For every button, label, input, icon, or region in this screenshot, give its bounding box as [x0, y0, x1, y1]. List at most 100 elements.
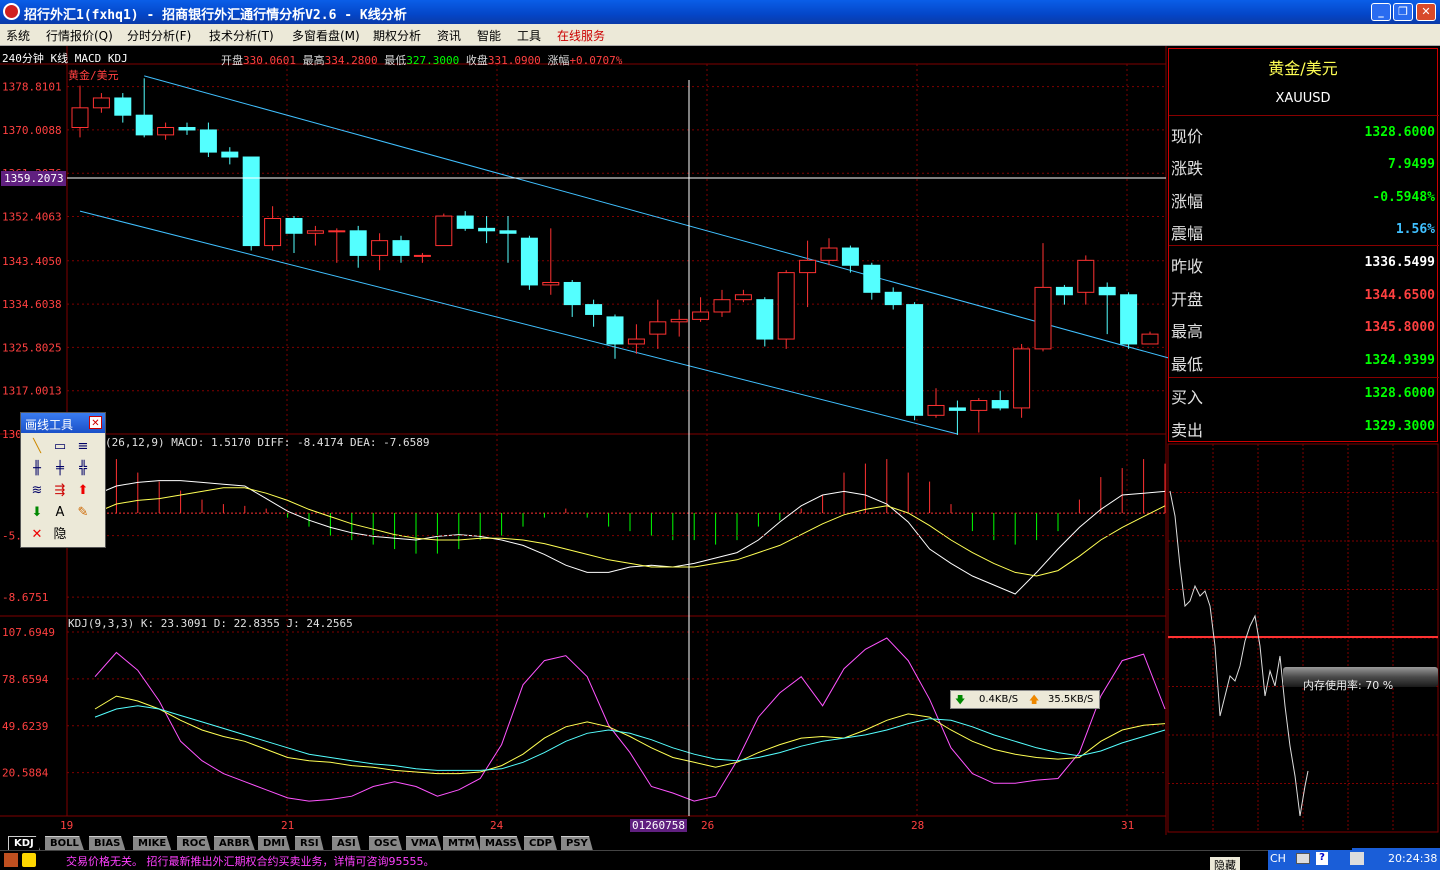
close-button[interactable]: ✕ [1416, 3, 1436, 21]
tab-boll[interactable]: BOLL [45, 836, 84, 850]
symbol-label: 黄金/美元 [68, 69, 119, 82]
quote-line: 开盘330.0601 最高334.2800 最低327.3000 收盘331.0… [221, 52, 622, 68]
candle-body [499, 230, 517, 234]
menu-news[interactable]: 资讯 [437, 27, 461, 44]
tab-rsi[interactable]: RSI [295, 836, 324, 850]
high-label: 最高 [302, 54, 325, 67]
quote-row-label: 涨跌 [1171, 159, 1204, 178]
candle-body [92, 97, 110, 109]
hide-button[interactable]: 隐藏 [1210, 857, 1240, 870]
tab-bias[interactable]: BIAS [89, 836, 126, 850]
menu-system[interactable]: 系统 [6, 27, 30, 44]
date-axis-label: 26 [701, 819, 714, 832]
candle-body [435, 215, 453, 247]
tab-asi[interactable]: ASI [332, 836, 361, 850]
ime-indicator[interactable]: CH [1270, 852, 1286, 865]
help-icon[interactable]: ? [1316, 852, 1328, 865]
tab-vma[interactable]: VMA [406, 836, 442, 850]
candle-body [478, 227, 496, 232]
parallel-lines-tool-icon[interactable]: ≡ [73, 437, 93, 457]
candle-body [627, 338, 645, 345]
tab-arbr[interactable]: ARBR [214, 836, 255, 850]
hide-tool-icon[interactable]: 隐 [50, 525, 70, 545]
quote-row: 昨收 1336.5499 [1169, 247, 1439, 279]
menu-smart[interactable]: 智能 [477, 27, 501, 44]
candle-body [756, 299, 774, 340]
high-value: 334.2800 [324, 54, 378, 67]
tab-mass[interactable]: MASS [480, 836, 522, 850]
fibonacci-tool-icon[interactable]: ╫ [27, 459, 47, 479]
candle-body [1055, 286, 1073, 296]
chart-header: 240分钟 K线 MACD KDJ [2, 52, 128, 65]
tab-roc[interactable]: ROC [177, 836, 211, 850]
quote-row: 买入 1328.6000 [1169, 378, 1439, 410]
app-icon[interactable] [3, 3, 20, 20]
date-axis-label: 21 [281, 819, 294, 832]
tab-mike[interactable]: MIKE [133, 836, 172, 850]
candle-body [285, 218, 303, 234]
candle-body [970, 400, 988, 411]
window-title: 招行外汇1(fxhq1) - 招商银行外汇通行情分析V2.6 - K线分析 [24, 8, 407, 23]
tray-app-icon[interactable] [1350, 852, 1364, 865]
news-ticker[interactable]: 交易价格无关。 招行最新推出外汇期权合约买卖业务，详情可咨询95555。 [66, 853, 435, 869]
line-tool-icon[interactable]: ╲ [27, 437, 47, 457]
text-tool-icon[interactable]: A [50, 503, 70, 523]
upload-arrow-icon: 🡅 [1029, 695, 1040, 706]
restore-button[interactable]: ❐ [1393, 3, 1413, 21]
menu-online-service[interactable]: 在线服务 [557, 27, 605, 44]
menu-options[interactable]: 期权分析 [373, 27, 421, 44]
rectangle-tool-icon[interactable]: ▭ [50, 437, 70, 457]
tab-kdj[interactable]: KDJ [8, 836, 40, 850]
panel-divider [1169, 245, 1439, 246]
tab-mtm[interactable]: MTM [443, 836, 480, 850]
menu-technical[interactable]: 技术分析(T) [209, 27, 274, 44]
tab-dmi[interactable]: DMI [258, 836, 290, 850]
intraday-minichart: 08:0012:0016:0020:0000:0004:00 [1167, 443, 1439, 833]
quote-row-label: 涨幅 [1171, 192, 1204, 211]
drawing-toolbox-close-button[interactable]: ✕ [89, 416, 102, 429]
candle-body [670, 318, 688, 323]
candle-body [371, 240, 389, 256]
quote-row-label: 最高 [1171, 322, 1204, 341]
quote-row: 最高 1345.8000 [1169, 312, 1439, 344]
macd-panel: -5.2584-8.6751 [2, 459, 1166, 604]
quote-row-value: 7.9499 [1388, 157, 1435, 172]
menu-multiwindow[interactable]: 多窗看盘(M) [292, 27, 360, 44]
tab-osc[interactable]: OSC [369, 836, 403, 850]
open-label: 开盘 [221, 54, 243, 67]
low-label: 最低 [384, 54, 407, 67]
kdj-label: KDJ(9,3,3) K: 23.3091 D: 22.8355 J: 24.2… [68, 617, 353, 630]
down-arrow-tool-icon[interactable]: ⬇ [27, 503, 47, 523]
fan-tool-icon[interactable]: ⇶ [50, 481, 70, 501]
eraser-tool-icon[interactable]: ✎ [73, 503, 93, 523]
candle-body [542, 281, 560, 286]
tab-psy[interactable]: PSY [561, 836, 593, 850]
candle-body [221, 151, 239, 158]
candle-body [178, 126, 196, 131]
drawing-toolbox[interactable]: 画线工具 ✕ ╲ ▭ ≡ ╫ ╪ ╬ ≋ ⇶ ⬆ ⬇ A ✎ ✕ 隐 [20, 412, 106, 548]
system-tray: CH ? 20:24:38 [1268, 848, 1440, 870]
menu-tools[interactable]: 工具 [517, 27, 541, 44]
candle-body [114, 97, 132, 116]
candle-body [520, 237, 538, 286]
tab-cdp[interactable]: CDP [524, 836, 557, 850]
title-bar: 招行外汇1(fxhq1) - 招商银行外汇通行情分析V2.6 - K线分析 _ … [0, 0, 1440, 24]
keyboard-icon[interactable] [1296, 853, 1310, 864]
up-arrow-tool-icon[interactable]: ⬆ [73, 481, 93, 501]
status-bar: 交易价格无关。 招行最新推出外汇期权合约买卖业务，详情可咨询95555。 隐藏 [0, 850, 1440, 870]
wave-tool-icon[interactable]: ≋ [27, 481, 47, 501]
menu-intraday[interactable]: 分时分析(F) [127, 27, 191, 44]
quote-panel: 黄金/美元 XAUUSD 现价 1328.6000 涨跌 7.9499 涨幅 -0.594… [1168, 48, 1439, 442]
minimize-button[interactable]: _ [1371, 3, 1391, 21]
candle-body [884, 291, 902, 306]
delete-tool-icon[interactable]: ✕ [27, 525, 47, 545]
menu-quotes[interactable]: 行情报价(Q) [46, 27, 113, 44]
quote-row-value: 1328.6000 [1364, 386, 1435, 401]
gann-tool-icon[interactable]: ╪ [50, 459, 70, 479]
kdj-panel: 107.6949 78.6594 49.6239 20.5884 [2, 626, 1166, 802]
download-speed: 0.4KB/S [979, 694, 1019, 705]
candle-body [1013, 348, 1031, 409]
cycle-tool-icon[interactable]: ╬ [73, 459, 93, 479]
kdj-tick-label: 107.6949 [2, 626, 55, 639]
kdj-tick-label: 78.6594 [2, 673, 49, 686]
